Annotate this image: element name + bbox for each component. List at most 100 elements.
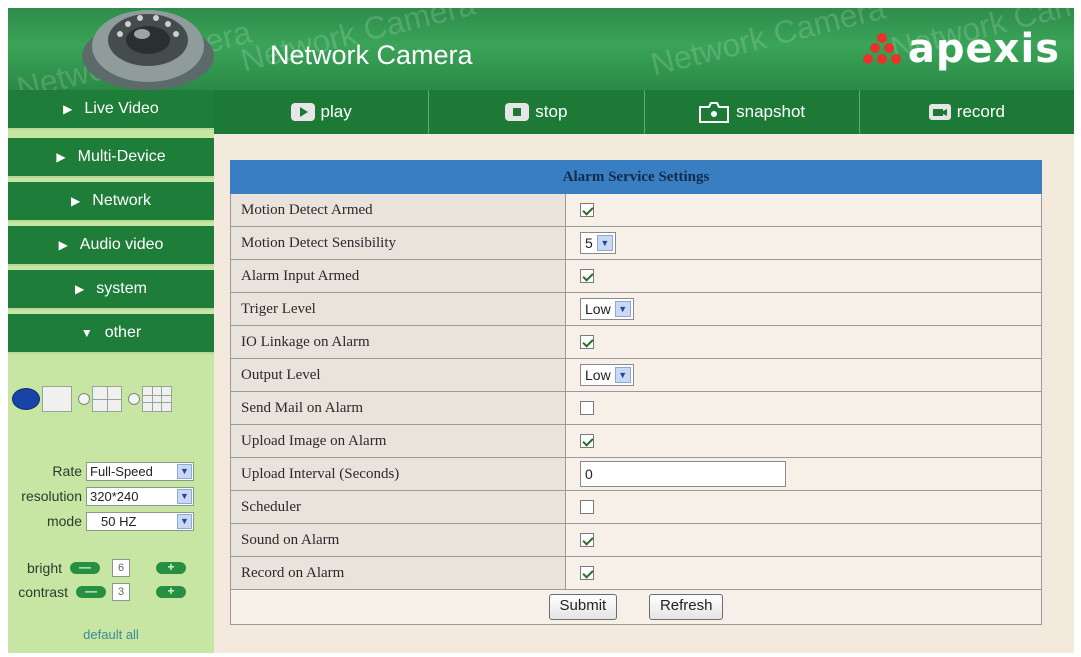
record-on-alarm-checkbox[interactable]	[580, 566, 594, 581]
view-layout-selector	[12, 383, 212, 415]
bright-row: bright — 6 +	[8, 556, 214, 580]
row-label: Sound on Alarm	[230, 523, 566, 557]
table-row: Upload Image on Alarm	[230, 424, 1042, 458]
nav-label: other	[104, 324, 142, 341]
row-label: Output Level	[230, 358, 566, 392]
expand-arrow-icon: ▶	[63, 102, 73, 116]
row-label: IO Linkage on Alarm	[230, 325, 566, 359]
table-row: Send Mail on Alarm	[230, 391, 1042, 425]
table-row: Triger Level Low ▼	[230, 292, 1042, 326]
contrast-label: contrast	[18, 584, 68, 600]
alarm-input-armed-checkbox[interactable]	[580, 269, 594, 284]
nav-network[interactable]: ▶ Network	[8, 182, 214, 222]
layout-single-radio[interactable]	[12, 388, 40, 410]
stop-button[interactable]: stop	[429, 90, 645, 134]
output-level-select[interactable]: Low ▼	[580, 364, 634, 386]
mode-value: 50 HZ	[101, 513, 137, 529]
snapshot-label: snapshot	[736, 102, 806, 121]
resolution-value: 320*240	[90, 488, 139, 504]
rate-row: Rate Full-Speed ▼	[8, 460, 214, 482]
table-row: Motion Detect Sensibility 5 ▼	[230, 226, 1042, 260]
table-row: Sound on Alarm	[230, 523, 1042, 557]
app-title: Network Camera	[270, 40, 473, 70]
default-all-link[interactable]: default all	[8, 627, 214, 642]
record-button[interactable]: record	[860, 90, 1074, 134]
nav-other[interactable]: ▼ other	[8, 314, 214, 354]
play-icon	[290, 103, 315, 121]
watermark-text: Network Camera	[647, 8, 889, 83]
table-row: Motion Detect Armed	[230, 193, 1042, 227]
contrast-decrease-button[interactable]: —	[76, 585, 106, 598]
video-camera-icon	[928, 104, 951, 120]
table-row: Record on Alarm	[230, 556, 1042, 590]
table-row: Scheduler	[230, 490, 1042, 524]
io-linkage-checkbox[interactable]	[580, 335, 594, 350]
nav-system[interactable]: ▶ system	[8, 270, 214, 310]
row-label: Record on Alarm	[230, 556, 566, 590]
rate-value: Full-Speed	[90, 463, 153, 479]
chevron-down-icon: ▼	[177, 463, 192, 479]
sidebar: ▶ Live Video ▶ Multi-Device ▶ Network ▶ …	[8, 90, 214, 653]
rate-label: Rate	[52, 463, 82, 479]
nav-live-video[interactable]: ▶ Live Video	[8, 90, 214, 130]
header-banner: Network Camera Network Camera Network Ca…	[8, 8, 1074, 90]
play-button[interactable]: play	[214, 90, 430, 134]
scheduler-checkbox[interactable]	[580, 500, 594, 515]
row-label: Scheduler	[230, 490, 566, 524]
brand-triangle-icon	[862, 33, 901, 64]
sound-on-alarm-checkbox[interactable]	[580, 533, 594, 548]
layout-nine-radio[interactable]	[128, 393, 140, 405]
brand-name: apexis	[907, 26, 1060, 72]
table-row: Upload Interval (Seconds) 0	[230, 457, 1042, 491]
upload-image-checkbox[interactable]	[580, 434, 594, 449]
upload-interval-input[interactable]: 0	[580, 461, 786, 487]
submit-button[interactable]: Submit	[548, 594, 618, 620]
nine-view-icon[interactable]	[142, 386, 172, 412]
brand-logo: apexis	[860, 26, 1060, 72]
chevron-down-icon: ▼	[614, 301, 631, 317]
row-label: Motion Detect Sensibility	[230, 226, 566, 260]
contrast-value: 3	[112, 583, 130, 601]
mode-label: mode	[46, 513, 82, 529]
contrast-row: contrast — 3 +	[8, 580, 214, 604]
play-label: play	[320, 102, 352, 121]
resolution-row: resolution 320*240 ▼	[8, 485, 214, 507]
single-view-icon[interactable]	[42, 386, 72, 412]
layout-quad-radio[interactable]	[78, 393, 90, 405]
select-value: Low	[585, 301, 611, 317]
camera-dome-icon	[82, 10, 214, 90]
chevron-down-icon: ▼	[596, 235, 613, 251]
snapshot-button[interactable]: snapshot	[645, 90, 860, 134]
settings-panel: Alarm Service Settings Motion Detect Arm…	[214, 134, 1074, 653]
motion-sensibility-select[interactable]: 5 ▼	[580, 232, 616, 254]
stop-icon	[505, 103, 530, 121]
quad-view-icon[interactable]	[92, 386, 122, 412]
expand-arrow-icon: ▶	[56, 150, 66, 164]
trigger-level-select[interactable]: Low ▼	[580, 298, 634, 320]
mode-select[interactable]: 50 HZ ▼	[86, 511, 194, 531]
bright-label: bright	[26, 560, 62, 576]
motion-detect-armed-checkbox[interactable]	[580, 203, 594, 218]
button-row: Submit Refresh	[230, 589, 1042, 625]
bright-increase-button[interactable]: +	[156, 561, 186, 574]
playback-toolbar: play stop snapshot record	[214, 90, 1074, 134]
refresh-button[interactable]: Refresh	[648, 594, 724, 620]
contrast-increase-button[interactable]: +	[156, 585, 186, 598]
bright-decrease-button[interactable]: —	[70, 561, 100, 574]
chevron-down-icon: ▼	[177, 488, 192, 504]
nav-audio-video[interactable]: ▶ Audio video	[8, 226, 214, 266]
nav-label: Live Video	[84, 100, 159, 117]
table-row: IO Linkage on Alarm	[230, 325, 1042, 359]
record-label: record	[956, 102, 1005, 121]
alarm-settings-table: Alarm Service Settings Motion Detect Arm…	[230, 160, 1042, 625]
nav-multi-device[interactable]: ▶ Multi-Device	[8, 138, 214, 178]
table-row: Alarm Input Armed	[230, 259, 1042, 293]
row-label: Triger Level	[230, 292, 566, 326]
rate-select[interactable]: Full-Speed ▼	[86, 461, 194, 481]
table-caption: Alarm Service Settings	[230, 160, 1042, 194]
nav-label: Network	[92, 192, 151, 209]
chevron-down-icon: ▼	[614, 367, 631, 383]
resolution-select[interactable]: 320*240 ▼	[86, 486, 194, 506]
row-label: Upload Image on Alarm	[230, 424, 566, 458]
send-mail-checkbox[interactable]	[580, 401, 594, 416]
